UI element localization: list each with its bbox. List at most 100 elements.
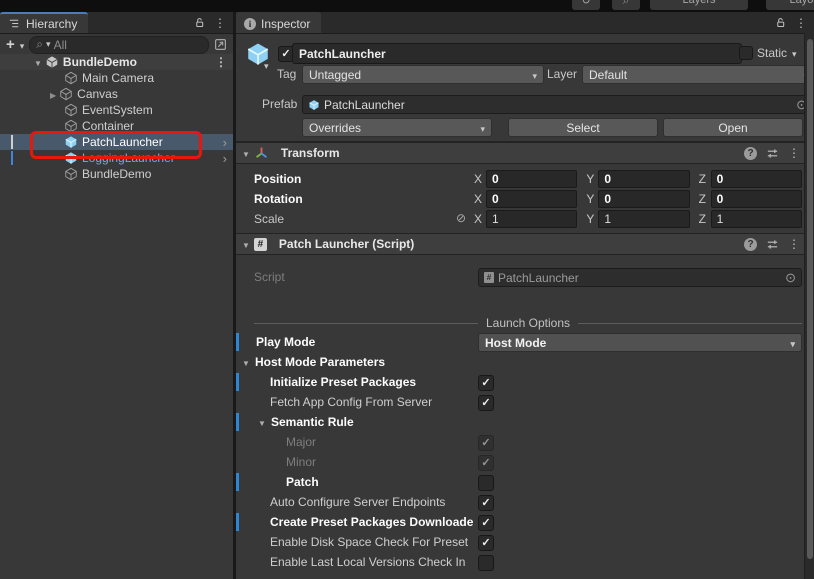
auto-configure-endpoints-checkbox[interactable] [478, 495, 494, 511]
rotation-y-input[interactable]: 0 [598, 190, 689, 208]
initialize-preset-packages-checkbox[interactable] [478, 375, 494, 391]
script-object-field[interactable]: # PatchLauncher [478, 268, 802, 287]
foldout-arrow-icon[interactable] [242, 237, 250, 251]
override-indicator [236, 473, 239, 491]
gameobject-icon [64, 119, 78, 133]
item-label: Canvas [77, 87, 118, 101]
scene-row[interactable]: BundleDemo [0, 54, 233, 70]
prefab-open-chevron-icon[interactable] [223, 135, 227, 150]
foldout-arrow-icon[interactable] [242, 146, 250, 160]
patch-launcher-header[interactable]: # Patch Launcher (Script) ? [236, 233, 814, 255]
create-object-button[interactable] [6, 36, 15, 53]
property-label: Auto Configure Server Endpoints [270, 495, 445, 509]
prefab-value: PatchLauncher [324, 98, 405, 112]
section-title: Launch Options [486, 316, 570, 330]
script-value: PatchLauncher [498, 271, 579, 285]
scene-menu-icon[interactable] [215, 55, 227, 69]
play-mode-value: Host Mode [485, 336, 546, 350]
property-row-enable-last-local-versions: Enable Last Local Versions Check In [236, 552, 814, 572]
property-row-host-mode-parameters[interactable]: Host Mode Parameters [236, 352, 814, 372]
hierarchy-item-bundledemo[interactable]: BundleDemo [0, 166, 233, 182]
hierarchy-search-input[interactable]: All [29, 36, 209, 54]
overrides-dropdown[interactable]: Overrides [302, 118, 492, 137]
layers-dropdown[interactable]: Layers [650, 0, 748, 10]
prefab-open-chevron-icon[interactable] [223, 151, 227, 166]
hierarchy-item-main-camera[interactable]: Main Camera [0, 70, 233, 86]
panel-menu-icon[interactable] [795, 16, 807, 30]
scale-label: Scale [236, 212, 284, 226]
property-label: Major [286, 435, 316, 449]
axis-y-label: Y [586, 192, 594, 206]
position-z-input[interactable]: 0 [711, 170, 802, 188]
scene-foldout-icon[interactable] [34, 55, 42, 69]
enable-last-local-versions-checkbox[interactable] [478, 555, 494, 571]
search-button[interactable] [612, 0, 640, 10]
component-menu-icon[interactable] [788, 146, 800, 160]
property-label: Enable Disk Space Check For Preset [270, 535, 468, 549]
open-button[interactable]: Open [663, 118, 803, 137]
static-flags-caret-icon[interactable] [792, 46, 797, 60]
rotation-x-input[interactable]: 0 [486, 190, 577, 208]
info-icon: i [244, 18, 256, 30]
property-row-semantic-rule[interactable]: Semantic Rule [236, 412, 814, 432]
property-row-enable-disk-space-check: Enable Disk Space Check For Preset [236, 532, 814, 552]
tab-inspector[interactable]: i Inspector [236, 12, 321, 33]
hierarchy-item-canvas[interactable]: Canvas [0, 86, 233, 102]
gameobject-icon [64, 103, 78, 117]
rotation-z-input[interactable]: 0 [711, 190, 802, 208]
axis-z-label: Z [699, 192, 707, 206]
enable-disk-space-check-checkbox[interactable] [478, 535, 494, 551]
open-search-window-icon[interactable] [214, 38, 227, 51]
scrollbar-thumb[interactable] [807, 39, 813, 559]
property-label: Patch [286, 475, 319, 489]
undo-history-button[interactable]: ↻ [572, 0, 600, 10]
patch-checkbox[interactable] [478, 475, 494, 491]
foldout-arrow-icon[interactable] [258, 415, 271, 429]
hierarchy-panel: Hierarchy All BundleDemo [0, 12, 233, 579]
help-icon[interactable]: ? [744, 238, 757, 251]
expand-arrow-icon[interactable] [50, 87, 56, 101]
item-label: PatchLauncher [82, 135, 163, 149]
lock-icon[interactable] [194, 17, 205, 29]
lock-icon[interactable] [775, 17, 786, 29]
object-picker-icon[interactable] [785, 270, 796, 286]
icon-picker-caret-icon[interactable] [264, 61, 269, 72]
select-button[interactable]: Select [508, 118, 658, 137]
presets-icon[interactable] [766, 238, 779, 251]
scale-x-input[interactable]: 1 [486, 210, 577, 228]
chevron-down-icon [480, 121, 485, 135]
scale-y-input[interactable]: 1 [598, 210, 689, 228]
inspector-content: PatchLauncher Static Tag Untagged Layer … [236, 33, 814, 579]
tab-hierarchy-label: Hierarchy [26, 17, 77, 31]
tag-dropdown[interactable]: Untagged [302, 65, 544, 84]
hierarchy-item-patchlauncher[interactable]: PatchLauncher [0, 134, 233, 150]
hierarchy-icon [8, 17, 21, 30]
gameobject-icon [59, 87, 73, 101]
scale-z-input[interactable]: 1 [711, 210, 802, 228]
static-checkbox[interactable] [739, 46, 753, 60]
transform-header[interactable]: Transform ? [236, 142, 814, 164]
tab-hierarchy[interactable]: Hierarchy [0, 12, 88, 33]
panel-menu-icon[interactable] [214, 16, 226, 30]
create-preset-packages-checkbox[interactable] [478, 515, 494, 531]
help-icon[interactable]: ? [744, 147, 757, 160]
prefab-icon [64, 135, 78, 149]
foldout-arrow-icon[interactable] [242, 355, 255, 369]
hierarchy-item-eventsystem[interactable]: EventSystem [0, 102, 233, 118]
presets-icon[interactable] [766, 147, 779, 160]
play-mode-dropdown[interactable]: Host Mode [478, 333, 802, 352]
hierarchy-item-logginglauncher[interactable]: LoggingLauncher [0, 150, 233, 166]
layout-dropdown[interactable]: Layout [766, 0, 814, 10]
gameobject-name-input[interactable]: PatchLauncher [292, 43, 742, 64]
inspector-scrollbar[interactable] [804, 33, 814, 579]
position-y-input[interactable]: 0 [598, 170, 689, 188]
constrain-proportions-icon[interactable] [456, 211, 466, 225]
prefab-object-field[interactable]: PatchLauncher [302, 95, 813, 114]
gameobject-name-value: PatchLauncher [299, 47, 386, 61]
hierarchy-item-container[interactable]: Container [0, 118, 233, 134]
layer-dropdown[interactable]: Default [582, 65, 814, 84]
create-object-caret-icon[interactable] [20, 38, 25, 52]
fetch-app-config-checkbox[interactable] [478, 395, 494, 411]
component-menu-icon[interactable] [788, 237, 800, 251]
position-x-input[interactable]: 0 [486, 170, 577, 188]
